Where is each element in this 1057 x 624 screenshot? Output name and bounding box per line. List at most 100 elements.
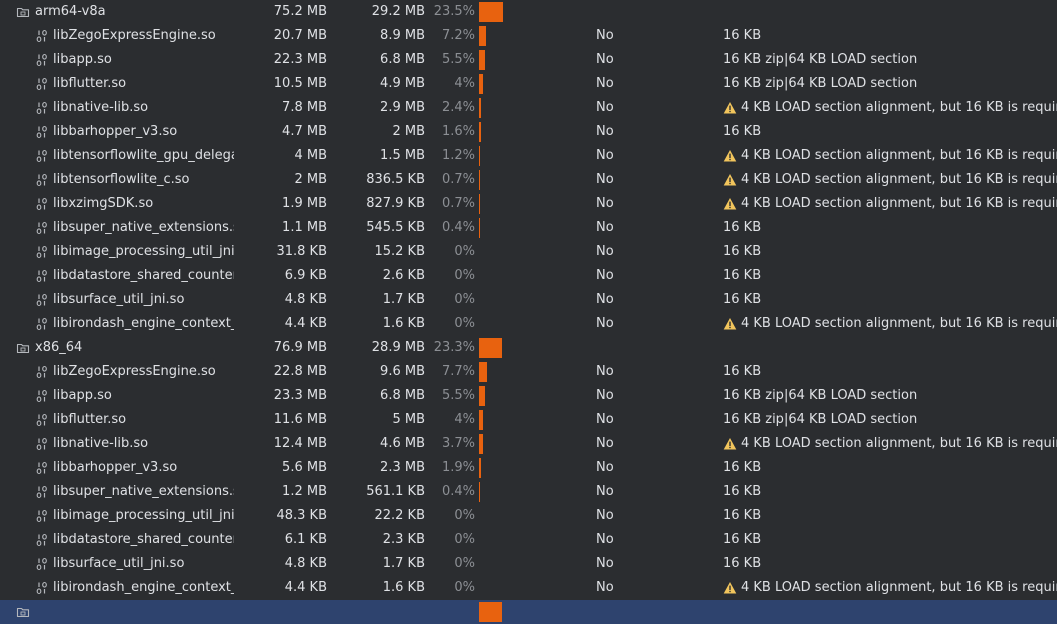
- download-size: 8.9 MB: [380, 28, 425, 43]
- size-share-cell: [479, 456, 539, 480]
- size-share-cell: [479, 432, 539, 456]
- size-share-cell: [479, 504, 539, 528]
- alignment-text: 16 KB zip|64 KB LOAD section: [723, 412, 918, 427]
- download-size: 22.2 KB: [374, 508, 425, 523]
- percent-of-total: 0%: [454, 508, 475, 523]
- warning-icon: [723, 102, 737, 114]
- tree-row-file[interactable]: libdatastore_shared_counter. 6.1 KB 2.3 KB…: [0, 528, 1057, 552]
- file-name: libirondash_engine_context_r: [53, 316, 234, 331]
- raw-size: 4.8 KB: [284, 556, 327, 571]
- download-size: 6.8 MB: [380, 52, 425, 67]
- tree-row-file[interactable]: libbarhopper_v3.so 5.6 MB 2.3 MB 1.9% No 16 K…: [0, 456, 1057, 480]
- tree-row-file[interactable]: libZegoExpressEngine.so 20.7 MB 8.9 MB 7.2%…: [0, 24, 1057, 48]
- download-size: 545.5 KB: [366, 220, 425, 235]
- tree-row-file[interactable]: libflutter.so 10.5 MB 4.9 MB 4% No 16 KB zip|…: [0, 72, 1057, 96]
- tree-row-file[interactable]: libsuper_native_extensions.s 1.1 MB 545.5 …: [0, 216, 1057, 240]
- alignment-value: 16 KB: [723, 120, 1057, 144]
- tree-row-file[interactable]: libimage_processing_util_jni.s 48.3 KB 22.…: [0, 504, 1057, 528]
- tree-row-file[interactable]: libxzimgSDK.so 1.9 MB 827.9 KB 0.7% No 4 KB L…: [0, 192, 1057, 216]
- raw-size: 31.8 KB: [276, 244, 327, 259]
- tree-row-file[interactable]: libsuper_native_extensions.s 1.2 MB 561.1 …: [0, 480, 1057, 504]
- alignment-value: 16 KB: [723, 552, 1057, 576]
- tree-row-group[interactable]: arm64-v8a 75.2 MB 29.2 MB 23.5%: [0, 0, 1057, 24]
- download-size: 29.2 MB: [371, 4, 425, 19]
- size-share-cell: [479, 240, 539, 264]
- tree-row-file[interactable]: libflutter.so 11.6 MB 5 MB 4% No 16 KB zip|64…: [0, 408, 1057, 432]
- file-name: libsuper_native_extensions.s: [53, 484, 234, 499]
- binary-file-icon: [35, 120, 49, 144]
- raw-size: 4.7 MB: [282, 124, 327, 139]
- compressed-value: No: [596, 124, 614, 139]
- tree-row-file[interactable]: libapp.so 22.3 MB 6.8 MB 5.5% No 16 KB zip|64…: [0, 48, 1057, 72]
- apk-analyzer-tree: arm64-v8a 75.2 MB 29.2 MB 23.5% libZegoExpre…: [0, 0, 1057, 624]
- binary-file-icon: [35, 456, 49, 480]
- download-size: 1.6 KB: [382, 580, 425, 595]
- alignment-value: 16 KB: [723, 456, 1057, 480]
- file-name: libimage_processing_util_jni.s: [53, 244, 234, 259]
- percent-of-total: 7.2%: [441, 28, 475, 43]
- binary-file-icon: [35, 480, 49, 504]
- tree-row-file[interactable]: libbarhopper_v3.so 4.7 MB 2 MB 1.6% No 16 KB: [0, 120, 1057, 144]
- size-share-cell: [479, 168, 539, 192]
- tree-row-file[interactable]: libtensorflowlite_gpu_delegat 4 MB 1.5 MB 1…: [0, 144, 1057, 168]
- alignment-value: 4 KB LOAD section alignment, but 16 KB i…: [723, 576, 1057, 600]
- compressed-value: No: [596, 436, 614, 451]
- binary-file-icon: [35, 192, 49, 216]
- file-name: libirondash_engine_context_r: [53, 580, 234, 595]
- binary-file-icon: [35, 96, 49, 120]
- file-name: libZegoExpressEngine.so: [53, 28, 216, 43]
- alignment-text: 4 KB LOAD section alignment, but 16 KB i…: [741, 436, 1057, 451]
- compressed-value: No: [596, 508, 614, 523]
- file-name: libbarhopper_v3.so: [53, 124, 178, 139]
- file-name: libsurface_util_jni.so: [53, 556, 185, 571]
- percent-of-total: 5.5%: [441, 52, 475, 67]
- download-size: 561.1 KB: [366, 484, 425, 499]
- download-size: 1.7 KB: [382, 556, 425, 571]
- file-name: libZegoExpressEngine.so: [53, 364, 216, 379]
- tree-row-file[interactable]: libapp.so 23.3 MB 6.8 MB 5.5% No 16 KB zip|64…: [0, 384, 1057, 408]
- file-name: libxzimgSDK.so: [53, 196, 154, 211]
- compressed-value: No: [596, 148, 614, 163]
- warning-icon: [723, 582, 737, 594]
- size-share-cell: [479, 0, 539, 24]
- tree-row-file[interactable]: libtensorflowlite_c.so 2 MB 836.5 KB 0.7% No…: [0, 168, 1057, 192]
- download-size: 2.3 MB: [380, 460, 425, 475]
- compressed-value: No: [596, 364, 614, 379]
- compressed-value: No: [596, 556, 614, 571]
- size-share-cell: [479, 24, 539, 48]
- download-size: 5 MB: [392, 412, 425, 427]
- tree-row-file[interactable]: libirondash_engine_context_r 4.4 KB 1.6 KB…: [0, 576, 1057, 600]
- percent-of-total: 1.6%: [441, 124, 475, 139]
- binary-file-icon: [35, 72, 49, 96]
- raw-size: 2 MB: [294, 172, 327, 187]
- tree-row-file[interactable]: libZegoExpressEngine.so 22.8 MB 9.6 MB 7.7%…: [0, 360, 1057, 384]
- tree-row-group[interactable]: [0, 600, 1057, 624]
- size-share-cell: [479, 96, 539, 120]
- compressed-value: No: [596, 100, 614, 115]
- tree-row-file[interactable]: libdatastore_shared_counter. 6.9 KB 2.6 KB…: [0, 264, 1057, 288]
- alignment-value: 4 KB LOAD section alignment, but 16 KB i…: [723, 432, 1057, 456]
- group-name: x86_64: [35, 340, 83, 355]
- tree-row-group[interactable]: x86_64 76.9 MB 28.9 MB 23.3%: [0, 336, 1057, 360]
- binary-file-icon: [35, 216, 49, 240]
- tree-row-file[interactable]: libirondash_engine_context_r 4.4 KB 1.6 KB…: [0, 312, 1057, 336]
- tree-row-file[interactable]: libsurface_util_jni.so 4.8 KB 1.7 KB 0% No 16…: [0, 288, 1057, 312]
- download-size: 6.8 MB: [380, 388, 425, 403]
- binary-file-icon: [35, 384, 49, 408]
- percent-of-total: 0%: [454, 532, 475, 547]
- tree-row-file[interactable]: libnative-lib.so 7.8 MB 2.9 MB 2.4% No 4 KB L…: [0, 96, 1057, 120]
- compressed-value: No: [596, 268, 614, 283]
- file-name: libdatastore_shared_counter.: [53, 268, 234, 283]
- compressed-value: No: [596, 172, 614, 187]
- percent-of-total: 2.4%: [441, 100, 475, 115]
- alignment-text: 16 KB: [723, 220, 762, 235]
- tree-row-file[interactable]: libsurface_util_jni.so 4.8 KB 1.7 KB 0% No 16…: [0, 552, 1057, 576]
- size-share-bar: [479, 434, 483, 454]
- tree-row-file[interactable]: libimage_processing_util_jni.s 31.8 KB 15.…: [0, 240, 1057, 264]
- alignment-value: 4 KB LOAD section alignment, but 16 KB i…: [723, 312, 1057, 336]
- alignment-text: 4 KB LOAD section alignment, but 16 KB i…: [741, 196, 1057, 211]
- percent-of-total: 0.7%: [441, 172, 475, 187]
- tree-row-file[interactable]: libnative-lib.so 12.4 MB 4.6 MB 3.7% No 4 KB …: [0, 432, 1057, 456]
- file-name: libsuper_native_extensions.s: [53, 220, 234, 235]
- download-size: 28.9 MB: [371, 340, 425, 355]
